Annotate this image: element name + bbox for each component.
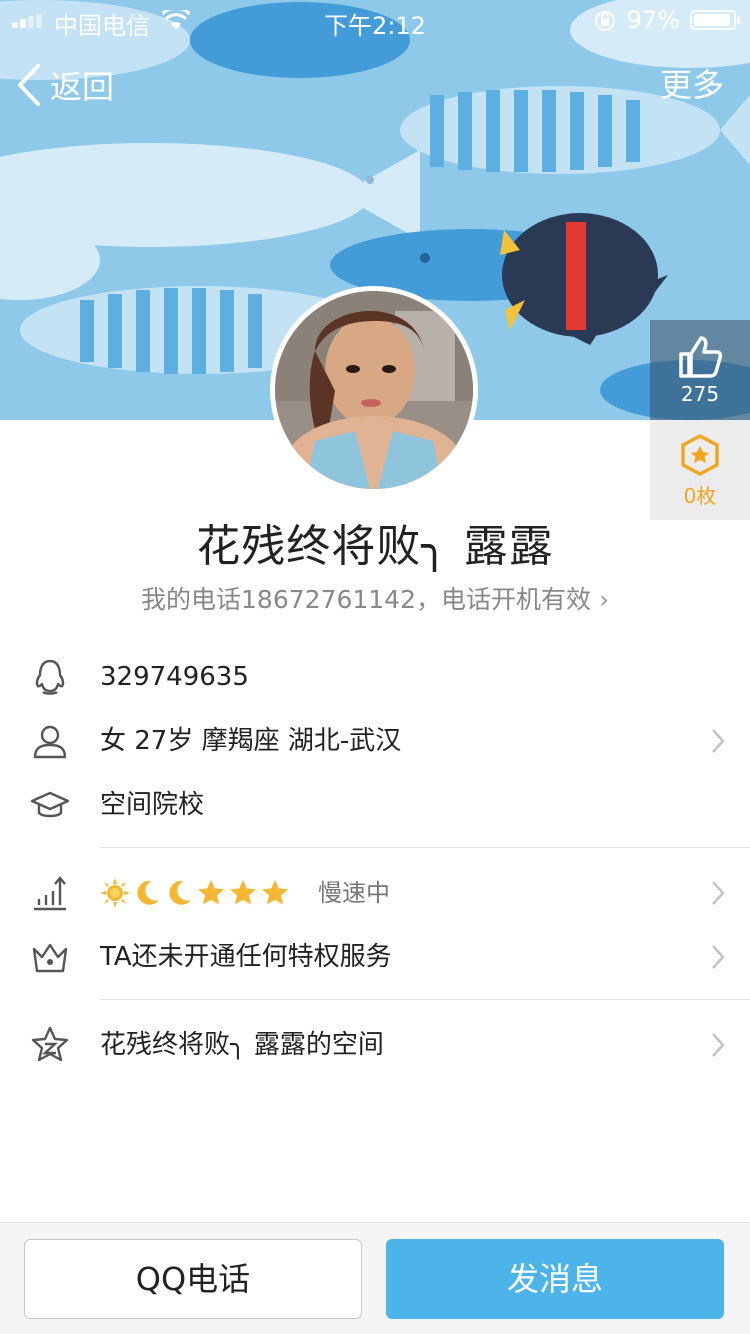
privilege-status: TA还未开通任何特权服务 <box>100 942 392 972</box>
chevron-left-icon <box>18 64 40 106</box>
star-icon <box>262 880 288 905</box>
badge-count: 0枚 <box>683 484 717 508</box>
avatar-photo <box>275 291 473 489</box>
section-divider <box>100 999 750 1000</box>
profile-name: 花残终将败╮ 露露 <box>196 521 554 572</box>
basic-info: 女 27岁 摩羯座 湖北-武汉 <box>100 726 402 756</box>
level-status: 慢速中 <box>318 879 390 907</box>
school-row: 空间院校 <box>0 773 750 837</box>
star-icon <box>198 880 224 905</box>
battery-percentage: 97% <box>626 6 680 34</box>
school-name: 空间院校 <box>100 790 205 820</box>
crown-icon <box>32 943 68 973</box>
person-icon <box>33 725 67 759</box>
badge-button[interactable]: 0枚 <box>650 420 750 520</box>
chevron-right-icon: › <box>598 585 609 614</box>
chevron-right-icon <box>712 729 725 753</box>
level-icons <box>100 875 292 911</box>
star-icon <box>230 880 256 905</box>
battery-icon <box>690 10 740 30</box>
qzone-row[interactable]: 花残终将败╮ 露露的空间 <box>0 1013 750 1077</box>
privilege-row[interactable]: TA还未开通任何特权服务 <box>0 925 750 989</box>
chevron-right-icon <box>712 945 725 969</box>
level-row[interactable]: 慢速中 <box>0 861 750 925</box>
sun-icon <box>100 878 130 908</box>
moon-icon <box>137 880 159 905</box>
qq-number: 329749635 <box>100 662 249 692</box>
qq-penguin-icon <box>35 659 65 695</box>
badge-hexagon-icon <box>681 434 719 476</box>
thumbs-up-icon <box>679 336 723 378</box>
qzone-link: 花残终将败╮ 露露的空间 <box>100 1030 384 1060</box>
bottom-action-bar: QQ电话 发消息 <box>0 1222 750 1334</box>
send-message-button[interactable]: 发消息 <box>386 1239 724 1319</box>
level-chart-icon <box>34 876 66 911</box>
section-divider <box>100 847 750 848</box>
rotation-lock-icon <box>595 11 615 31</box>
status-bar: 中国电信 下午2:12 97% <box>0 0 750 40</box>
chevron-right-icon <box>712 881 725 905</box>
graduation-cap-icon <box>30 791 70 818</box>
qzone-star-icon <box>31 1026 69 1062</box>
like-button[interactable]: 275 <box>650 320 750 420</box>
qq-call-button[interactable]: QQ电话 <box>24 1239 362 1319</box>
profile-signature[interactable]: 我的电话18672761142，电话开机有效 › <box>0 580 750 616</box>
profile-page: 中国电信 下午2:12 97% 返回 更多 275 0枚 花残终将败╮ 露露 我… <box>0 0 750 1334</box>
chevron-right-icon <box>712 1033 725 1057</box>
qq-number-row: 329749635 <box>0 645 750 709</box>
moon-icon <box>169 880 191 905</box>
avatar[interactable] <box>270 286 478 494</box>
basic-info-row[interactable]: 女 27岁 摩羯座 湖北-武汉 <box>0 709 750 773</box>
back-button[interactable]: 返回 <box>14 60 114 110</box>
signature-text: 我的电话18672761142，电话开机有效 <box>141 585 591 614</box>
like-count: 275 <box>680 382 720 406</box>
back-label: 返回 <box>50 68 115 106</box>
more-button[interactable]: 更多 <box>660 60 724 110</box>
